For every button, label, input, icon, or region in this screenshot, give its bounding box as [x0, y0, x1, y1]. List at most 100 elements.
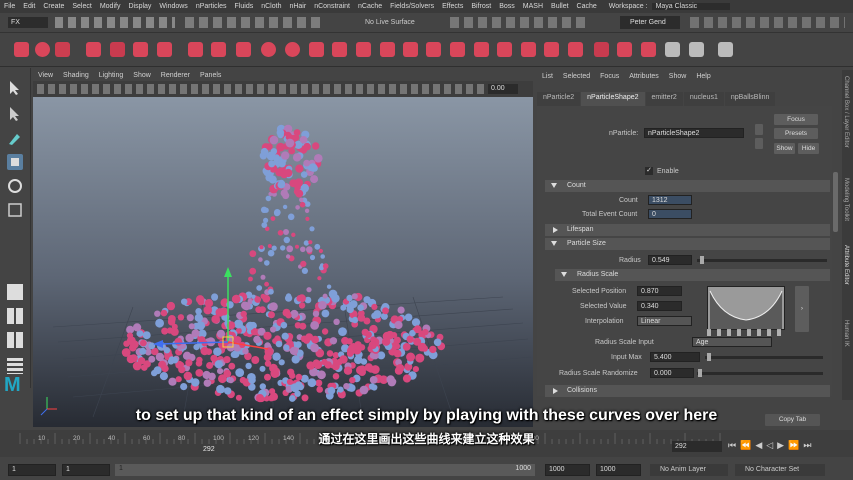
shelf-tool-icon[interactable]	[380, 42, 395, 57]
viewport-numeric-field[interactable]: 0.00	[488, 84, 518, 94]
radius-slider[interactable]	[697, 259, 827, 262]
shelf-tool-icon[interactable]	[497, 42, 512, 57]
anim-layer-dropdown[interactable]: No Anim Layer	[650, 464, 728, 476]
menu-select[interactable]: Select	[68, 3, 95, 10]
shelf-tool-icon[interactable]	[403, 42, 418, 57]
menu-mash[interactable]: MASH	[519, 3, 547, 10]
side-tab-human-ik[interactable]: Human IK	[843, 320, 849, 347]
rotate-tool-icon[interactable]	[7, 178, 23, 194]
start-time-field[interactable]: 1	[8, 464, 56, 476]
goto-output-icon[interactable]	[755, 138, 763, 149]
menu-fields-solvers[interactable]: Fields/Solvers	[386, 3, 438, 10]
menu-ncache[interactable]: nCache	[354, 3, 386, 10]
selected-position-field[interactable]: 0.870	[637, 286, 682, 296]
attribute-editor-scrollbar[interactable]	[833, 172, 838, 232]
menu-create[interactable]: Create	[39, 3, 68, 10]
show-button[interactable]: Show	[774, 143, 795, 154]
radius-scale-randomize-field[interactable]: 0.000	[650, 368, 694, 378]
scale-tool-icon[interactable]	[7, 202, 23, 218]
randomize-slider[interactable]	[697, 372, 823, 375]
ae-menu-list[interactable]: List	[537, 73, 558, 80]
workspace-dropdown[interactable]: Maya Classic	[651, 3, 730, 10]
viewport-menu-view[interactable]: View	[33, 72, 58, 79]
viewport-menu-shading[interactable]: Shading	[58, 72, 94, 79]
enable-checkbox[interactable]: ✓	[645, 167, 653, 175]
ae-menu-focus[interactable]: Focus	[595, 73, 624, 80]
shelf-tool-icon[interactable]	[450, 42, 465, 57]
presets-button[interactable]: Presets	[774, 128, 818, 139]
shelf-tool-icon[interactable]	[14, 42, 29, 57]
input-max-slider-handle[interactable]	[707, 353, 711, 361]
menu-file[interactable]: File	[0, 3, 19, 10]
viewport-toolbar-icons[interactable]	[37, 84, 485, 94]
shelf-tool-icon[interactable]	[133, 42, 148, 57]
menu-ncloth[interactable]: nCloth	[257, 3, 285, 10]
side-tab-channel-box[interactable]: Channel Box / Layer Editor	[843, 76, 849, 148]
paint-select-tool-icon[interactable]	[7, 130, 23, 146]
input-max-field[interactable]: 5.400	[650, 352, 700, 362]
menu-effects[interactable]: Effects	[438, 3, 467, 10]
shirt-icon[interactable]	[665, 42, 680, 57]
shirt-icon[interactable]	[617, 42, 632, 57]
viewport-menu-show[interactable]: Show	[128, 72, 156, 79]
hide-button[interactable]: Hide	[798, 143, 819, 154]
radius-field[interactable]: 0.549	[648, 255, 692, 265]
menuset-dropdown[interactable]: FX	[8, 17, 48, 28]
3d-viewport[interactable]	[33, 97, 533, 427]
radius-scale-input-dropdown[interactable]: Age	[692, 337, 772, 347]
shelf-tool-icon[interactable]	[285, 42, 300, 57]
total-event-count-field[interactable]: 0	[648, 209, 692, 219]
count-field[interactable]: 1312	[648, 195, 692, 205]
two-layout-icon[interactable]	[7, 332, 23, 348]
menu-windows[interactable]: Windows	[155, 3, 191, 10]
menu-cache[interactable]: Cache	[573, 3, 601, 10]
focus-button[interactable]: Focus	[774, 114, 818, 125]
shirt-icon[interactable]	[689, 42, 704, 57]
single-layout-icon[interactable]	[7, 284, 23, 300]
menu-boss[interactable]: Boss	[495, 3, 519, 10]
lasso-tool-icon[interactable]	[7, 106, 23, 122]
tab-nucleus1[interactable]: nucleus1	[683, 92, 724, 106]
shelf-tool-icon[interactable]	[211, 42, 226, 57]
menu-bifrost[interactable]: Bifrost	[467, 3, 495, 10]
menu-fluids[interactable]: Fluids	[231, 3, 258, 10]
shirt-icon[interactable]	[594, 42, 609, 57]
menu-nconstraint[interactable]: nConstraint	[310, 3, 354, 10]
move-tool-icon[interactable]	[7, 154, 23, 170]
side-tab-attribute-editor[interactable]: Attribute Editor	[843, 245, 849, 285]
section-particle-size[interactable]: Particle Size	[545, 238, 830, 250]
ramp-markers[interactable]	[707, 329, 783, 336]
shelf-tool-icon[interactable]	[261, 42, 276, 57]
shelf-tool-icon[interactable]	[474, 42, 489, 57]
select-tool-icon[interactable]	[7, 80, 23, 96]
menu-display[interactable]: Display	[124, 3, 155, 10]
playback-end-field[interactable]: 1000	[545, 464, 590, 476]
side-tab-modeling-toolkit[interactable]: Modeling Toolkit	[843, 178, 849, 221]
menu-nhair[interactable]: nHair	[285, 3, 310, 10]
interpolation-dropdown[interactable]: Linear	[637, 316, 692, 326]
ae-menu-selected[interactable]: Selected	[558, 73, 595, 80]
range-slider[interactable]: 1 1000	[115, 464, 535, 476]
section-lifespan[interactable]: Lifespan	[545, 224, 830, 236]
menu-bullet[interactable]: Bullet	[547, 3, 573, 10]
viewport-menu-renderer[interactable]: Renderer	[156, 72, 195, 79]
shelf-tool-icon[interactable]	[332, 42, 347, 57]
ae-menu-show[interactable]: Show	[664, 73, 692, 80]
shelf-tool-icon[interactable]	[521, 42, 536, 57]
shelf-tool-icon[interactable]	[35, 42, 50, 57]
menu-modify[interactable]: Modify	[96, 3, 125, 10]
shelf-tool-icon[interactable]	[309, 42, 324, 57]
shelf-tool-icon[interactable]	[86, 42, 101, 57]
shelf-tool-icon[interactable]	[426, 42, 441, 57]
playback-start-field[interactable]: 1	[62, 464, 110, 476]
radius-scale-ramp[interactable]	[707, 286, 785, 330]
play-icon[interactable]	[718, 42, 733, 57]
outliner-layout-icon[interactable]	[7, 358, 23, 374]
randomize-slider-handle[interactable]	[698, 369, 702, 377]
ae-menu-help[interactable]: Help	[691, 73, 715, 80]
shelf-tool-icon[interactable]	[356, 42, 371, 57]
tab-npballsblinn[interactable]: npBallsBlinn	[724, 92, 776, 106]
goto-input-icon[interactable]	[755, 124, 763, 135]
tab-nparticle2[interactable]: nParticle2	[537, 92, 581, 106]
viewport-menu-lighting[interactable]: Lighting	[94, 72, 129, 79]
